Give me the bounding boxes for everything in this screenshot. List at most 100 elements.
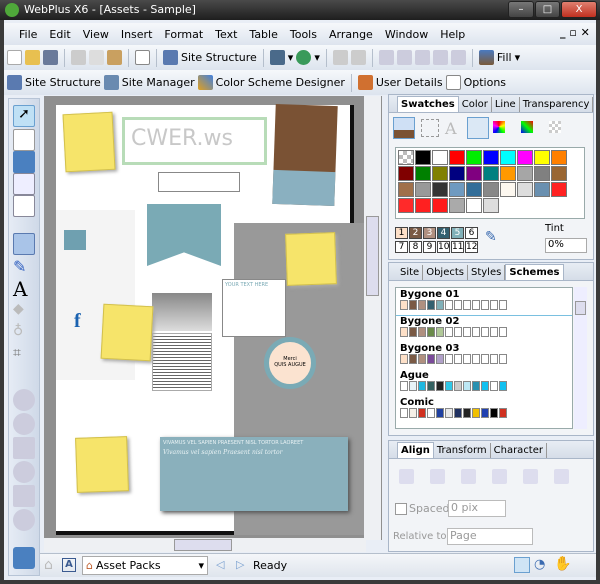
zoom-tool-icon[interactable]: ◔ bbox=[534, 557, 545, 572]
color-swatch[interactable] bbox=[415, 150, 431, 165]
color-swatch[interactable] bbox=[500, 182, 516, 197]
scheme-item[interactable]: Bygone 03 bbox=[396, 342, 572, 369]
color-swatch[interactable] bbox=[517, 182, 533, 197]
preview-icon[interactable] bbox=[269, 50, 285, 65]
text-swatch-icon[interactable]: A bbox=[445, 119, 457, 138]
align-top-icon[interactable] bbox=[461, 469, 476, 484]
web-object-icon[interactable] bbox=[13, 461, 35, 483]
scheme-color-6[interactable]: 6 bbox=[465, 227, 478, 239]
crop-tool-icon[interactable]: ⌗ bbox=[13, 345, 35, 367]
color-swatch[interactable] bbox=[432, 182, 448, 197]
close-button[interactable]: X bbox=[561, 1, 597, 18]
menu-file[interactable]: File bbox=[14, 28, 42, 41]
picture-tool-icon[interactable] bbox=[13, 151, 35, 173]
color-swatch[interactable] bbox=[449, 198, 465, 213]
tab-site[interactable]: Site bbox=[397, 265, 424, 280]
line-swatch-icon[interactable] bbox=[421, 119, 439, 137]
previous-icon[interactable]: ◁ bbox=[216, 558, 224, 571]
asset-packs-dropdown[interactable]: ⌂ Asset Packs ▾ bbox=[82, 556, 208, 575]
home-icon[interactable]: ⌂ bbox=[44, 557, 53, 573]
site-structure-button[interactable]: Site Structure bbox=[25, 76, 101, 89]
color-picker-icon[interactable]: ✎ bbox=[485, 229, 497, 245]
web-object-icon[interactable] bbox=[13, 437, 35, 459]
redo-icon[interactable] bbox=[350, 50, 366, 65]
menu-table[interactable]: Table bbox=[244, 28, 282, 41]
paste-icon[interactable] bbox=[107, 50, 122, 65]
sticky-note[interactable] bbox=[285, 232, 337, 286]
color-swatch[interactable] bbox=[466, 166, 482, 181]
gradient-icon[interactable] bbox=[521, 121, 533, 133]
tab-line[interactable]: Line bbox=[492, 97, 520, 112]
color-swatch[interactable] bbox=[398, 182, 414, 197]
tab-color[interactable]: Color bbox=[459, 97, 492, 112]
text-frame-tool-icon[interactable] bbox=[13, 129, 35, 151]
spaced-checkbox[interactable] bbox=[395, 503, 407, 515]
undo-icon[interactable] bbox=[332, 50, 348, 65]
mdi-controls[interactable]: _ ▫ ✕ bbox=[560, 26, 590, 39]
scheme-color-5[interactable]: 5 bbox=[451, 227, 464, 239]
open-icon[interactable] bbox=[25, 50, 40, 65]
color-scheme-designer-button[interactable]: Color Scheme Designer bbox=[216, 76, 345, 89]
tint-input[interactable]: 0% bbox=[545, 238, 587, 253]
menu-window[interactable]: Window bbox=[380, 28, 433, 41]
color-swatch[interactable] bbox=[449, 166, 465, 181]
site-structure-button[interactable]: Site Structure bbox=[181, 51, 257, 64]
color-swatch[interactable] bbox=[398, 198, 414, 213]
color-swatch[interactable] bbox=[500, 166, 516, 181]
html-icon[interactable] bbox=[135, 50, 150, 65]
options-button[interactable]: Options bbox=[464, 76, 506, 89]
schemes-list[interactable]: Bygone 01 Bygone 02 Bygone 03 Ague Comic bbox=[395, 287, 573, 429]
color-swatch[interactable] bbox=[398, 150, 414, 165]
color-swatch[interactable] bbox=[534, 182, 550, 197]
text-frame[interactable] bbox=[158, 172, 240, 192]
text-frame[interactable] bbox=[152, 333, 212, 391]
content-banner[interactable]: VIVAMUS VEL SAPIEN PRAESENT NISL TORTOR … bbox=[160, 437, 348, 511]
tab-character[interactable]: Character bbox=[491, 443, 547, 458]
align-icon[interactable] bbox=[450, 50, 466, 65]
color-swatch[interactable] bbox=[534, 150, 550, 165]
color-swatch[interactable] bbox=[466, 182, 482, 197]
save-icon[interactable] bbox=[43, 50, 58, 65]
scheme-color-11[interactable]: 11 bbox=[451, 241, 464, 253]
vertical-scrollbar[interactable] bbox=[364, 96, 381, 540]
publish-icon[interactable] bbox=[296, 50, 312, 65]
web-object-icon[interactable] bbox=[13, 389, 35, 411]
sticky-note[interactable] bbox=[75, 436, 129, 493]
page-canvas[interactable]: CWER.ws f YOUR TEXT HERE Merci QUIS AUGUE… bbox=[44, 96, 382, 540]
help-icon[interactable] bbox=[13, 547, 35, 569]
fill-swatch-icon[interactable] bbox=[393, 117, 415, 139]
scheme-color-10[interactable]: 10 bbox=[437, 241, 450, 253]
tab-styles[interactable]: Styles bbox=[468, 265, 506, 280]
menu-text[interactable]: Text bbox=[210, 28, 242, 41]
zoom-to-fit-icon[interactable] bbox=[514, 557, 530, 573]
color-swatch[interactable] bbox=[432, 198, 448, 213]
arrange-icon[interactable] bbox=[396, 50, 412, 65]
scheme-color-7[interactable]: 7 bbox=[395, 241, 408, 253]
scheme-item[interactable]: Comic bbox=[396, 396, 572, 423]
menu-format[interactable]: Format bbox=[159, 28, 208, 41]
logo-placeholder[interactable]: CWER.ws bbox=[122, 117, 267, 165]
maximize-button[interactable]: □ bbox=[535, 1, 560, 18]
pointer-tool-icon[interactable]: ➚ bbox=[13, 105, 35, 127]
user-details-button[interactable]: User Details bbox=[376, 76, 443, 89]
scheme-item[interactable]: Bygone 02 bbox=[396, 315, 572, 342]
color-swatch[interactable] bbox=[483, 150, 499, 165]
align-left-icon[interactable] bbox=[399, 469, 414, 484]
menu-insert[interactable]: Insert bbox=[116, 28, 158, 41]
no-fill-icon[interactable] bbox=[467, 117, 489, 139]
tab-swatches[interactable]: Swatches bbox=[397, 96, 459, 112]
schemes-scrollbar[interactable] bbox=[574, 287, 587, 429]
pan-tool-icon[interactable]: ✋ bbox=[554, 556, 571, 572]
table-tool-icon[interactable] bbox=[13, 173, 35, 195]
web-object-icon[interactable] bbox=[13, 485, 35, 507]
align-right-icon[interactable] bbox=[492, 469, 507, 484]
menu-edit[interactable]: Edit bbox=[44, 28, 75, 41]
color-swatch[interactable] bbox=[517, 150, 533, 165]
tab-transform[interactable]: Transform bbox=[434, 443, 491, 458]
arrange-icon[interactable] bbox=[432, 50, 448, 65]
fill-button[interactable]: Fill bbox=[497, 51, 512, 64]
text-frame[interactable]: YOUR TEXT HERE bbox=[222, 279, 286, 337]
transparency-tool-icon[interactable]: ♁ bbox=[13, 323, 35, 345]
color-swatch[interactable] bbox=[534, 166, 550, 181]
menu-help[interactable]: Help bbox=[435, 28, 470, 41]
